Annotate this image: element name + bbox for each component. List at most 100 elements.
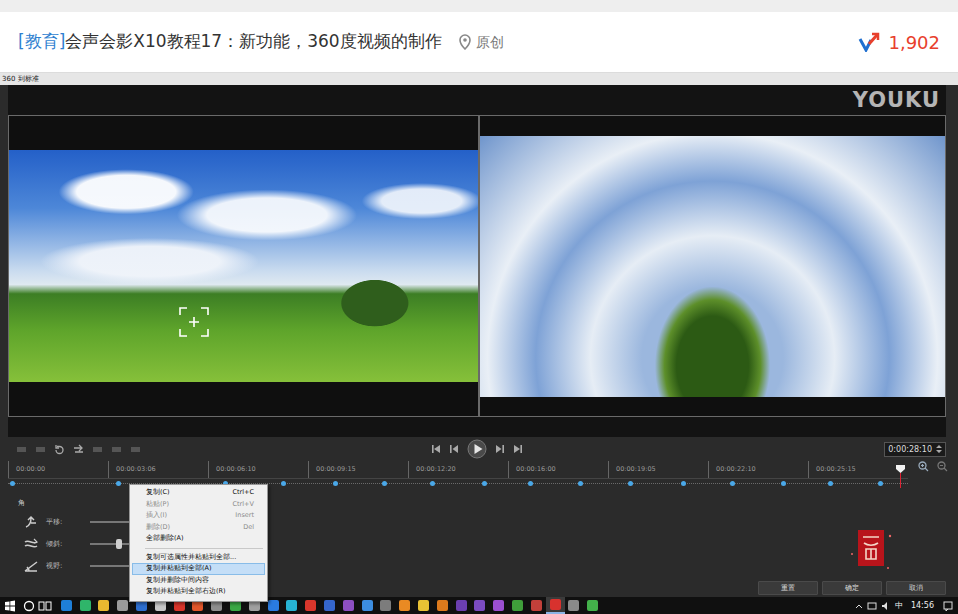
menu-item-label: 复制可选属性并粘贴到全部...: [146, 553, 236, 563]
keyframe-dot[interactable]: [628, 481, 633, 486]
taskbar-app[interactable]: [358, 597, 377, 614]
cancel-button[interactable]: 取消: [886, 581, 946, 595]
spin-arrows-icon[interactable]: [936, 444, 942, 454]
volume-icon[interactable]: [881, 601, 891, 611]
reset-button[interactable]: 重置: [758, 581, 818, 595]
taskbar-app[interactable]: [320, 597, 339, 614]
taskbar-app[interactable]: [565, 597, 584, 614]
angle-label: 视野:: [38, 561, 90, 572]
ruler-label: 00:00:22:10: [708, 461, 808, 478]
cortana-icon[interactable]: [21, 599, 37, 613]
taskbar-app[interactable]: [395, 597, 414, 614]
menu-shortcut: Ctrl+V: [233, 500, 254, 510]
zoom-in-icon[interactable]: [918, 461, 929, 472]
taskbar-app[interactable]: [471, 597, 490, 614]
taskbar-app[interactable]: [583, 597, 602, 614]
edit-tool-icon[interactable]: [92, 444, 103, 455]
slider-knob[interactable]: [116, 539, 122, 549]
keyframe-dot[interactable]: [116, 481, 121, 486]
keyframe-dot[interactable]: [681, 481, 686, 486]
keyframe-dot[interactable]: [528, 481, 533, 486]
taskbar-app[interactable]: [414, 597, 433, 614]
keyframe-dot[interactable]: [878, 481, 883, 486]
tray-expand-icon[interactable]: [855, 602, 863, 610]
control-bar: 0:00:28:10: [8, 437, 946, 461]
go-start-icon[interactable]: [431, 444, 441, 454]
landscape-image: [9, 150, 478, 382]
app-icon: [362, 600, 373, 611]
app-icon: [305, 600, 316, 611]
keyframe-dot[interactable]: [578, 481, 583, 486]
category-tag[interactable]: [教育]: [18, 31, 65, 51]
location-pin-icon: [458, 34, 472, 50]
taskbar-app[interactable]: [527, 597, 546, 614]
network-icon[interactable]: [867, 601, 877, 611]
step-back-icon[interactable]: [449, 444, 459, 454]
edit-tool-icon[interactable]: [16, 444, 27, 455]
button-column: 重置确定取消: [758, 489, 946, 597]
views-trend-icon: [858, 32, 880, 52]
taskbar-app[interactable]: [377, 597, 396, 614]
edit-tool-icon[interactable]: [35, 444, 46, 455]
app-icon: [493, 600, 504, 611]
app-icon: [531, 600, 542, 611]
menu-item[interactable]: 全部删除(A): [132, 533, 265, 545]
title-text: 会声会影X10教程17：新功能，360度视频的制作: [65, 31, 441, 51]
menu-item[interactable]: 复制(C)Ctrl+C: [132, 487, 265, 499]
taskbar-app[interactable]: [95, 597, 114, 614]
menu-item-label: 插入(I): [146, 511, 167, 521]
menu-item[interactable]: 复制并删除中间内容: [132, 575, 265, 587]
input-method[interactable]: 中: [895, 601, 903, 611]
app-icon: [474, 600, 485, 611]
taskbar-app[interactable]: [283, 597, 302, 614]
keyframe-dot[interactable]: [333, 481, 338, 486]
notification-icon[interactable]: [942, 600, 954, 612]
app-icon: [268, 600, 279, 611]
zoom-out-icon[interactable]: [937, 461, 948, 472]
menu-item-label: 复制并删除中间内容: [146, 576, 209, 586]
keyframe-dot[interactable]: [281, 481, 286, 486]
keyframe-dot[interactable]: [10, 481, 15, 486]
go-end-icon[interactable]: [513, 444, 523, 454]
video-title[interactable]: [教育]会声会影X10教程17：新功能，360度视频的制作: [18, 29, 442, 55]
taskbar-app[interactable]: [339, 597, 358, 614]
edit-tool-icon[interactable]: [54, 444, 65, 455]
youku-watermark: YOUKU: [853, 90, 940, 111]
app-icon: [98, 600, 109, 611]
playhead-icon[interactable]: [896, 465, 905, 488]
taskbar-app[interactable]: [508, 597, 527, 614]
timecode-field[interactable]: 0:00:28:10: [884, 442, 946, 457]
task-view-icon[interactable]: [37, 599, 53, 613]
windows-start-icon[interactable]: [3, 599, 17, 613]
menu-item[interactable]: 复制可选属性并粘贴到全部...: [132, 552, 265, 564]
ruler-label: 00:00:12:20: [408, 461, 508, 478]
menu-item[interactable]: 复制并粘贴到全部(A): [132, 563, 265, 575]
source-preview[interactable]: [9, 116, 478, 416]
app-icon: [211, 600, 222, 611]
taskbar-app[interactable]: [546, 597, 565, 614]
keyframe-dot[interactable]: [828, 481, 833, 486]
keyframe-dot[interactable]: [382, 481, 387, 486]
taskbar-app[interactable]: [76, 597, 95, 614]
play-icon[interactable]: [467, 439, 487, 459]
keyframe-dot[interactable]: [730, 481, 735, 486]
taskbar-app[interactable]: [57, 597, 76, 614]
keyframe-dot[interactable]: [482, 481, 487, 486]
edit-tool-icon[interactable]: [111, 444, 122, 455]
taskbar-app[interactable]: [452, 597, 471, 614]
keyframe-dot[interactable]: [430, 481, 435, 486]
step-forward-icon[interactable]: [495, 444, 505, 454]
ruler-label: 00:00:00: [8, 461, 108, 478]
menu-item[interactable]: 复制并粘贴到全部右边(R): [132, 586, 265, 598]
crosshair-icon[interactable]: [179, 307, 209, 337]
ruler-label: 00:00:19:05: [608, 461, 708, 478]
ok-button[interactable]: 确定: [822, 581, 882, 595]
edit-tool-icon[interactable]: [130, 444, 141, 455]
taskbar-app[interactable]: [301, 597, 320, 614]
keyframe-dot[interactable]: [781, 481, 786, 486]
menu-shortcut: Ctrl+C: [232, 488, 254, 498]
clock[interactable]: 14:56: [911, 601, 934, 611]
taskbar-app[interactable]: [433, 597, 452, 614]
taskbar-app[interactable]: [489, 597, 508, 614]
edit-tool-icon[interactable]: [73, 444, 84, 455]
